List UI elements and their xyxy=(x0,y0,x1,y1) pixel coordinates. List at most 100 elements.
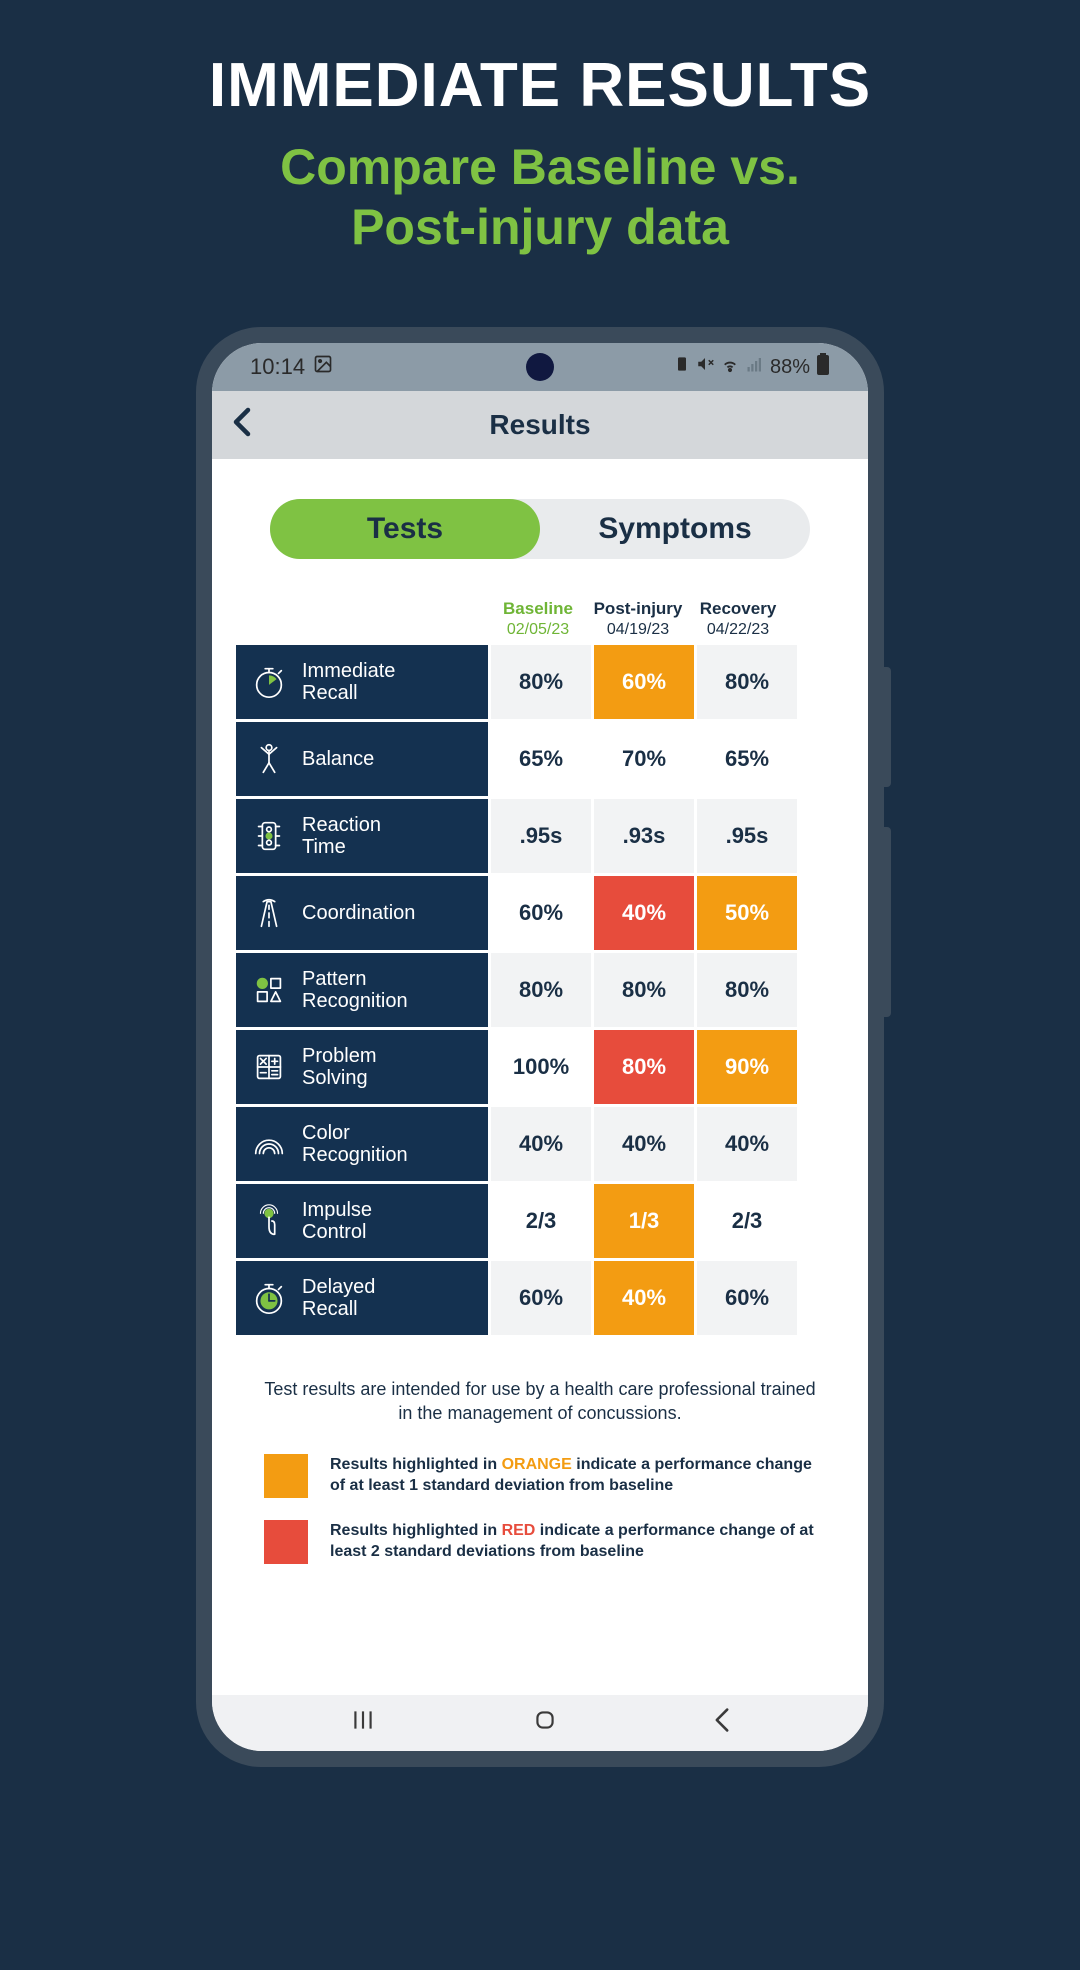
data-cell: 60% xyxy=(594,645,694,719)
disclaimer-text: Test results are intended for use by a h… xyxy=(260,1377,820,1426)
col-title: Baseline xyxy=(488,599,588,619)
row-name: DelayedRecall xyxy=(302,1276,375,1320)
row-label: DelayedRecall xyxy=(236,1261,488,1335)
row-name: ColorRecognition xyxy=(302,1122,408,1166)
data-cell: 90% xyxy=(697,1030,797,1104)
content-area: Tests Symptoms Baseline 02/05/23 Post-in… xyxy=(212,459,868,1695)
data-cell: 40% xyxy=(594,1107,694,1181)
data-cell: 65% xyxy=(697,722,797,796)
column-baseline: Baseline 02/05/23 xyxy=(488,599,588,639)
data-cell: 80% xyxy=(697,645,797,719)
data-cell: .93s xyxy=(594,799,694,873)
column-headers: Baseline 02/05/23 Post-injury 04/19/23 R… xyxy=(236,599,844,639)
data-cell: 2/3 xyxy=(697,1184,797,1258)
calc-icon xyxy=(248,1046,290,1088)
back-button[interactable] xyxy=(232,404,252,446)
home-button[interactable] xyxy=(532,1707,558,1740)
row-label: ReactionTime xyxy=(236,799,488,873)
road-icon xyxy=(248,892,290,934)
legend-orange: Results highlighted in ORANGE indicate a… xyxy=(256,1454,824,1498)
camera-dot xyxy=(526,353,554,381)
data-cell: 65% xyxy=(491,722,591,796)
legend-text-pre: Results highlighted in xyxy=(330,1522,502,1539)
data-cell: 100% xyxy=(491,1030,591,1104)
row-name: Balance xyxy=(302,748,374,770)
legend-keyword: RED xyxy=(502,1522,536,1539)
row-label: PatternRecognition xyxy=(236,953,488,1027)
status-time: 10:14 xyxy=(250,354,305,380)
col-title: Post-injury xyxy=(588,599,688,619)
table-row: PatternRecognition80%80%80% xyxy=(236,953,844,1027)
data-cell: 80% xyxy=(594,1030,694,1104)
col-date: 04/19/23 xyxy=(588,621,688,639)
table-row: Coordination 60%40%50% xyxy=(236,876,844,950)
column-postinjury: Post-injury 04/19/23 xyxy=(588,599,688,639)
data-cell: 60% xyxy=(697,1261,797,1335)
row-label: Coordination xyxy=(236,876,488,950)
wifi-icon xyxy=(720,355,740,379)
column-recovery: Recovery 04/22/23 xyxy=(688,599,788,639)
battery-icon xyxy=(816,353,830,381)
legend-keyword: ORANGE xyxy=(502,1456,572,1473)
stopwatch-icon xyxy=(248,661,290,703)
table-row: ProblemSolving 100%80%90% xyxy=(236,1030,844,1104)
tab-symptoms[interactable]: Symptoms xyxy=(540,499,810,559)
data-cell: .95s xyxy=(491,799,591,873)
promo-subtitle-line2: Post-injury data xyxy=(351,199,729,255)
tab-tests[interactable]: Tests xyxy=(270,499,540,559)
row-name: Coordination xyxy=(302,902,415,924)
data-cell: 80% xyxy=(697,953,797,1027)
table-row: DelayedRecall60%40%60% xyxy=(236,1261,844,1335)
row-label: ImpulseControl xyxy=(236,1184,488,1258)
data-cell: 70% xyxy=(594,722,694,796)
row-label: Balance xyxy=(236,722,488,796)
legend: Results highlighted in ORANGE indicate a… xyxy=(256,1454,824,1564)
phone-side-button xyxy=(884,827,891,1017)
row-label: ImmediateRecall xyxy=(236,645,488,719)
table-row: ReactionTime.95s.93s.95s xyxy=(236,799,844,873)
col-title: Recovery xyxy=(688,599,788,619)
back-nav-button[interactable] xyxy=(714,1707,730,1740)
tap-icon xyxy=(248,1200,290,1242)
table-row: ImmediateRecall 80%60%80% xyxy=(236,645,844,719)
row-name: ImpulseControl xyxy=(302,1199,372,1243)
data-cell: 50% xyxy=(697,876,797,950)
col-date: 02/05/23 xyxy=(488,621,588,639)
data-cell: 40% xyxy=(594,1261,694,1335)
battery-percent: 88% xyxy=(770,356,810,379)
shapes-icon xyxy=(248,969,290,1011)
data-cell: 1/3 xyxy=(594,1184,694,1258)
app-header: Results xyxy=(212,391,868,459)
orange-swatch-icon xyxy=(264,1454,308,1498)
status-bar: 10:14 88% xyxy=(212,343,868,391)
data-cell: 40% xyxy=(594,876,694,950)
balance-icon xyxy=(248,738,290,780)
data-cell: 60% xyxy=(491,876,591,950)
red-swatch-icon xyxy=(264,1520,308,1564)
phone-side-button xyxy=(884,667,891,787)
promo-subtitle: Compare Baseline vs. Post-injury data xyxy=(0,137,1080,257)
recents-button[interactable] xyxy=(350,1707,376,1740)
row-name: ReactionTime xyxy=(302,814,381,858)
table-row: Balance 65%70%65% xyxy=(236,722,844,796)
traffic-icon xyxy=(248,815,290,857)
promo-subtitle-line1: Compare Baseline vs. xyxy=(280,139,800,195)
results-table: Baseline 02/05/23 Post-injury 04/19/23 R… xyxy=(236,599,844,1335)
col-date: 04/22/23 xyxy=(688,621,788,639)
page-title: Results xyxy=(489,409,590,441)
phone-frame: 10:14 88% xyxy=(196,327,884,1767)
row-name: ImmediateRecall xyxy=(302,660,395,704)
signal-icon xyxy=(746,355,764,379)
data-cell: 40% xyxy=(491,1107,591,1181)
data-cell: 80% xyxy=(594,953,694,1027)
android-nav-bar xyxy=(212,1695,868,1751)
table-row: ColorRecognition40%40%40% xyxy=(236,1107,844,1181)
table-row: ImpulseControl 2/31/32/3 xyxy=(236,1184,844,1258)
row-label: ColorRecognition xyxy=(236,1107,488,1181)
data-cell: 2/3 xyxy=(491,1184,591,1258)
row-name: ProblemSolving xyxy=(302,1045,376,1089)
legend-red: Results highlighted in RED indicate a pe… xyxy=(256,1520,824,1564)
image-icon xyxy=(313,354,333,380)
data-cell: 80% xyxy=(491,645,591,719)
legend-text-pre: Results highlighted in xyxy=(330,1456,502,1473)
